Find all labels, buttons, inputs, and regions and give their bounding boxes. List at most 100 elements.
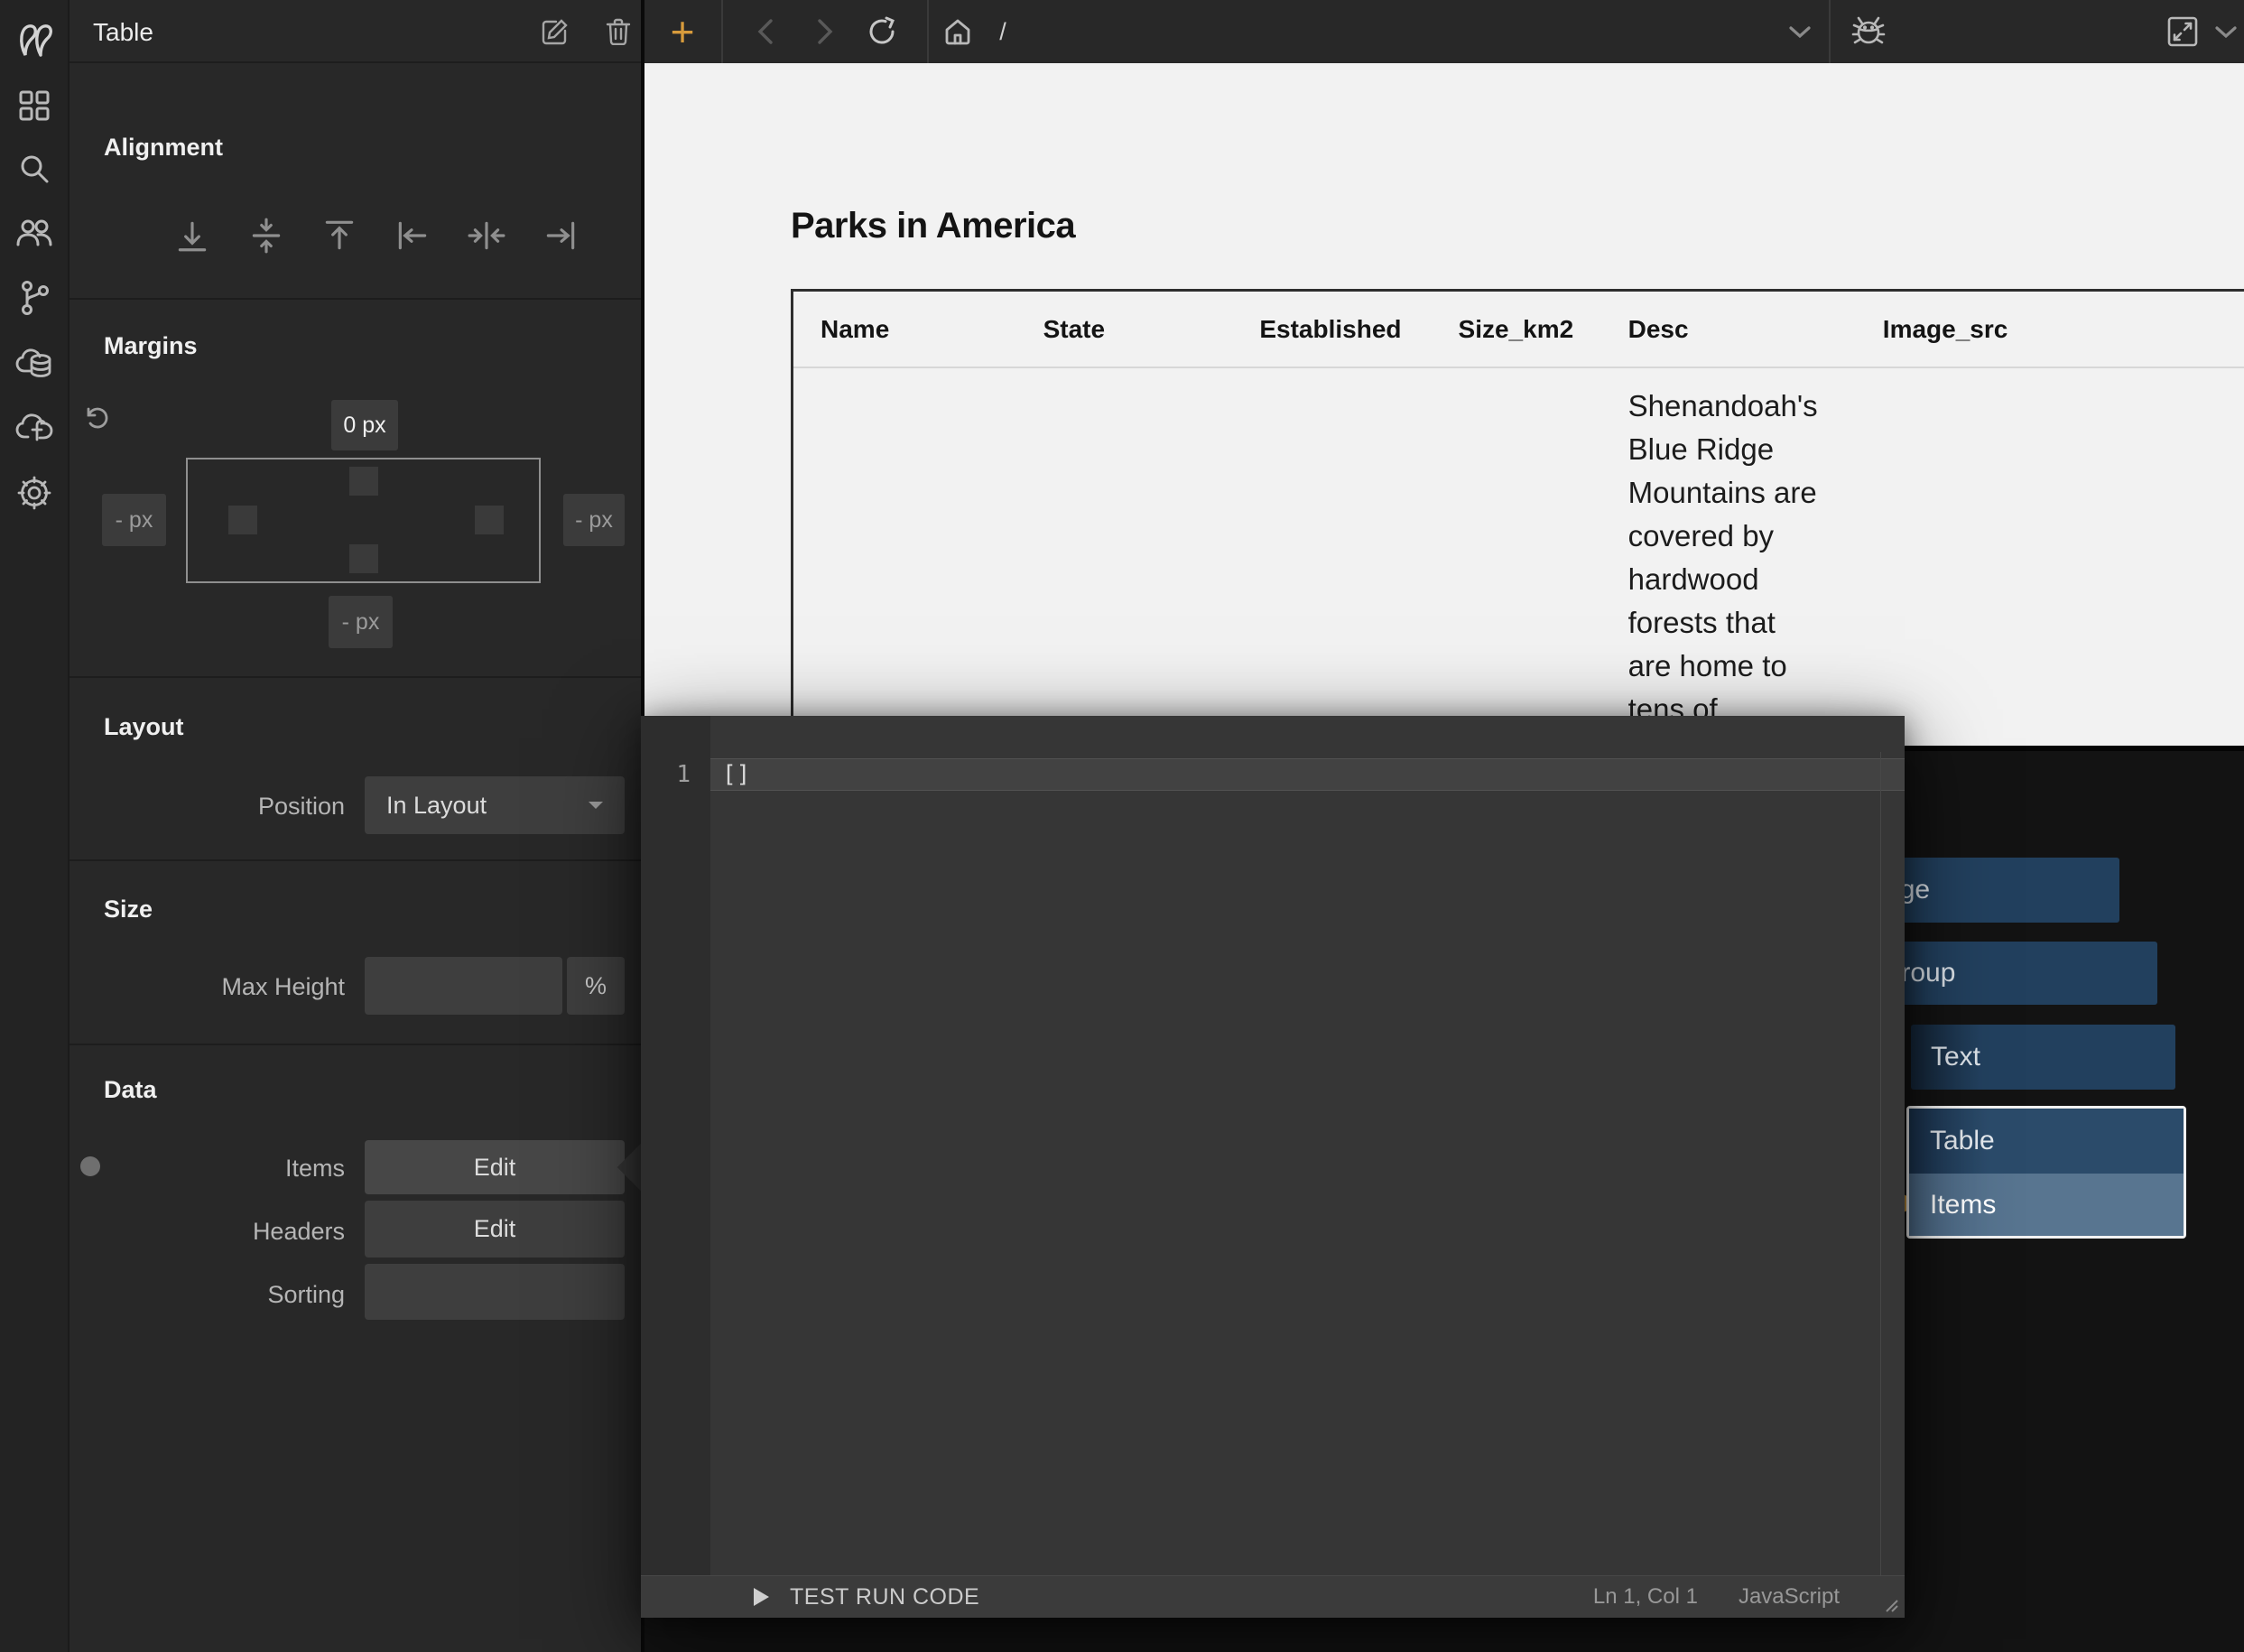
line-number-gutter bbox=[641, 716, 710, 1575]
chevron-down-icon bbox=[587, 800, 605, 811]
col-header-established[interactable]: Established bbox=[1232, 291, 1431, 368]
align-left-icon[interactable] bbox=[394, 217, 431, 255]
margin-top-input[interactable]: 0 px bbox=[331, 400, 398, 450]
data-cloud-icon[interactable] bbox=[0, 343, 68, 383]
users-icon[interactable] bbox=[0, 212, 68, 252]
margin-handle-right[interactable] bbox=[475, 506, 504, 534]
size-section-title: Size bbox=[104, 896, 153, 923]
cell-image bbox=[1856, 367, 2244, 751]
position-label: Position bbox=[83, 793, 345, 821]
active-line-highlight bbox=[710, 758, 1905, 791]
settings-gear-icon[interactable] bbox=[0, 473, 68, 513]
divider bbox=[70, 298, 641, 300]
col-header-image[interactable]: Image_src bbox=[1856, 291, 2244, 368]
home-icon[interactable] bbox=[935, 0, 980, 63]
editor-footer: TEST RUN CODE Ln 1, Col 1 JavaScript bbox=[641, 1575, 1905, 1618]
forward-icon[interactable] bbox=[805, 0, 845, 63]
line-number: 1 bbox=[641, 758, 691, 791]
alignment-section-title: Alignment bbox=[104, 134, 223, 162]
chevron-down-icon[interactable] bbox=[2206, 0, 2244, 63]
expand-icon[interactable] bbox=[2159, 0, 2206, 63]
cursor-position: Ln 1, Col 1 bbox=[1593, 1584, 1698, 1610]
cell-desc: Shenandoah's Blue Ridge Mountains are co… bbox=[1601, 367, 1856, 751]
divider bbox=[70, 61, 641, 63]
cell-established bbox=[1232, 367, 1431, 751]
max-height-label: Max Height bbox=[83, 973, 345, 1001]
bug-icon[interactable] bbox=[1845, 0, 1892, 63]
divider bbox=[70, 1044, 641, 1045]
headers-label: Headers bbox=[83, 1218, 345, 1246]
margin-handle-left[interactable] bbox=[228, 506, 257, 534]
col-header-name[interactable]: Name bbox=[793, 291, 1016, 368]
language-label[interactable]: JavaScript bbox=[1739, 1584, 1840, 1610]
edit-icon[interactable] bbox=[539, 15, 571, 48]
margin-bottom-input[interactable]: - px bbox=[329, 596, 393, 648]
align-right-icon[interactable] bbox=[542, 217, 580, 255]
margins-section-title: Margins bbox=[104, 332, 198, 360]
editor-margin-line bbox=[1880, 752, 1881, 1575]
tree-node-table[interactable]: Table bbox=[1909, 1109, 2184, 1174]
preview-toolbar: + / bbox=[644, 0, 2244, 63]
tree-node-text[interactable]: Text bbox=[1911, 1025, 2175, 1090]
sorting-input[interactable] bbox=[365, 1264, 625, 1320]
margin-handle-bottom[interactable] bbox=[349, 544, 378, 573]
col-header-state[interactable]: State bbox=[1016, 291, 1233, 368]
tree-node-items[interactable]: Items bbox=[1909, 1174, 2184, 1236]
col-header-size[interactable]: Size_km2 bbox=[1432, 291, 1601, 368]
headers-edit-button[interactable]: Edit bbox=[365, 1201, 625, 1258]
plus-icon: + bbox=[671, 7, 695, 56]
left-rail bbox=[0, 0, 70, 1652]
route-path[interactable]: / bbox=[989, 0, 1016, 63]
max-height-unit[interactable]: % bbox=[567, 957, 625, 1015]
table-header-row: Name State Established Size_km2 Desc Ima… bbox=[793, 291, 2244, 368]
back-icon[interactable] bbox=[746, 0, 785, 63]
panel-title: Table bbox=[93, 18, 153, 47]
parks-table: Name State Established Size_km2 Desc Ima… bbox=[791, 289, 2244, 751]
layout-section-title: Layout bbox=[104, 713, 184, 741]
app-logo[interactable] bbox=[0, 20, 68, 60]
trash-icon[interactable] bbox=[602, 15, 635, 48]
git-branch-icon[interactable] bbox=[0, 278, 68, 318]
position-value: In Layout bbox=[365, 792, 487, 820]
code-editor-popover: 1 [] TEST RUN CODE Ln 1, Col 1 JavaScrip… bbox=[641, 716, 1905, 1618]
col-header-desc[interactable]: Desc bbox=[1601, 291, 1856, 368]
table-row: Shenandoah's Blue Ridge Mountains are co… bbox=[793, 367, 2244, 751]
divider bbox=[70, 676, 641, 678]
test-run-code-button[interactable]: TEST RUN CODE bbox=[790, 1576, 979, 1618]
position-select[interactable]: In Layout bbox=[365, 776, 625, 834]
reset-icon[interactable] bbox=[83, 404, 110, 432]
divider bbox=[1829, 0, 1831, 63]
items-label: Items bbox=[83, 1155, 345, 1183]
cloud-functions-icon[interactable] bbox=[0, 407, 68, 447]
page-title: Parks in America bbox=[791, 206, 1075, 246]
sorting-label: Sorting bbox=[83, 1281, 345, 1309]
cell-size bbox=[1432, 367, 1601, 751]
divider bbox=[70, 859, 641, 861]
align-vertical-center-icon[interactable] bbox=[247, 217, 285, 255]
code-input[interactable]: [] bbox=[722, 758, 750, 791]
margins-diagram bbox=[186, 458, 541, 583]
divider bbox=[927, 0, 929, 63]
align-horizontal-center-icon[interactable] bbox=[468, 217, 505, 255]
cell-state bbox=[1016, 367, 1233, 751]
items-edit-button[interactable]: Edit bbox=[365, 1140, 625, 1194]
max-height-input[interactable] bbox=[365, 957, 562, 1015]
margin-left-input[interactable]: - px bbox=[102, 494, 166, 546]
app-preview: Parks in America Name State Established … bbox=[644, 63, 2244, 751]
properties-panel: Table Alignment bbox=[70, 0, 641, 1652]
play-icon[interactable] bbox=[754, 1588, 769, 1606]
app-window: Table Alignment bbox=[0, 0, 2244, 1652]
tree-node-table-group: Table Items bbox=[1906, 1106, 2186, 1239]
add-page-button[interactable]: + bbox=[659, 0, 706, 63]
resize-handle[interactable] bbox=[1881, 1595, 1899, 1613]
grid-icon[interactable] bbox=[0, 86, 68, 125]
margin-right-input[interactable]: - px bbox=[563, 494, 625, 546]
refresh-icon[interactable] bbox=[859, 0, 904, 63]
margin-handle-top[interactable] bbox=[349, 467, 378, 496]
data-section-title: Data bbox=[104, 1076, 157, 1104]
chevron-down-icon[interactable] bbox=[1780, 0, 1820, 63]
cell-name bbox=[793, 367, 1016, 751]
align-bottom-icon[interactable] bbox=[173, 217, 211, 255]
align-top-icon[interactable] bbox=[320, 217, 358, 255]
search-icon[interactable] bbox=[0, 149, 68, 189]
